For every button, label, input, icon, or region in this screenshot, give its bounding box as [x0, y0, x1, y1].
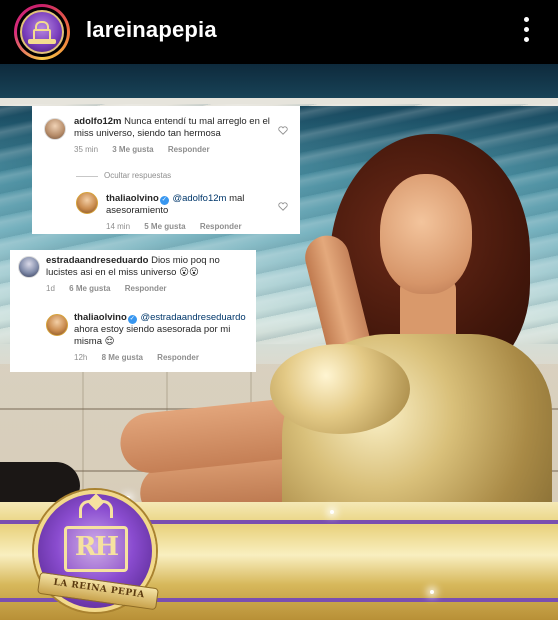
gold-sleeve	[270, 344, 410, 434]
comment-likes[interactable]: 5 Me gusta	[144, 222, 185, 231]
comment-likes[interactable]: 6 Me gusta	[69, 284, 110, 293]
reply-comment: thaliaolvino ✓ @adolfo12m mal asesoramien…	[106, 193, 282, 231]
comment-text: ahora estoy siendo asesorada por mi mism…	[74, 324, 231, 347]
model-face	[380, 174, 472, 294]
mention-link[interactable]: @adolfo12m	[172, 193, 226, 204]
reply-button[interactable]: Responder	[125, 284, 167, 293]
comment: estradaandreseduardo Dios mio poq no luc…	[46, 255, 252, 293]
profile-avatar[interactable]	[14, 4, 70, 60]
more-vertical-icon[interactable]	[520, 14, 532, 46]
verified-badge-icon: ✓	[159, 196, 169, 205]
avatar[interactable]	[76, 192, 98, 214]
comment-card-2: estradaandreseduardo Dios mio poq no luc…	[10, 250, 256, 372]
post-header: lareinapepia	[0, 0, 558, 64]
comment-card-1: adolfo12m Nunca entendí tu mal arreglo e…	[32, 106, 300, 234]
comment-emoji: 😌	[104, 336, 115, 347]
comment-likes[interactable]: 3 Me gusta	[112, 145, 153, 154]
comment-time: 12h	[74, 353, 88, 362]
reply-comment: thaliaolvino ✓ @estradaandreseduardo ahor…	[74, 312, 252, 362]
comment-username[interactable]: thaliaolvino	[106, 193, 159, 204]
comment-time: 35 min	[74, 145, 99, 154]
comment-likes[interactable]: 8 Me gusta	[102, 353, 143, 362]
comment-emoji: 😮😮	[179, 267, 199, 278]
heart-icon[interactable]	[278, 202, 288, 211]
comment: adolfo12m Nunca entendí tu mal arreglo e…	[74, 116, 274, 154]
comment-username[interactable]: adolfo12m	[74, 116, 122, 127]
comment-username[interactable]: estradaandreseduardo	[46, 255, 148, 266]
username[interactable]: lareinapepia	[86, 17, 217, 43]
sparkle	[330, 510, 334, 514]
logo-monogram: RH	[74, 532, 119, 562]
avatar[interactable]	[44, 118, 66, 140]
avatar[interactable]	[46, 314, 68, 336]
avatar[interactable]	[18, 256, 40, 278]
comment-username[interactable]: thaliaolvino	[74, 312, 127, 323]
comment-time: 1d	[46, 284, 55, 293]
reply-button[interactable]: Responder	[200, 222, 242, 231]
sparkle	[430, 590, 434, 594]
comment-time: 14 min	[106, 222, 131, 231]
hide-replies-button[interactable]: Ocultar respuestas	[104, 171, 171, 180]
heart-icon[interactable]	[278, 126, 288, 135]
reply-button[interactable]: Responder	[168, 145, 210, 154]
verified-badge-icon: ✓	[127, 315, 137, 324]
reply-button[interactable]: Responder	[157, 353, 199, 362]
mention-link[interactable]: @estradaandreseduardo	[140, 312, 245, 323]
la-reina-pepia-logo-icon	[20, 10, 64, 54]
